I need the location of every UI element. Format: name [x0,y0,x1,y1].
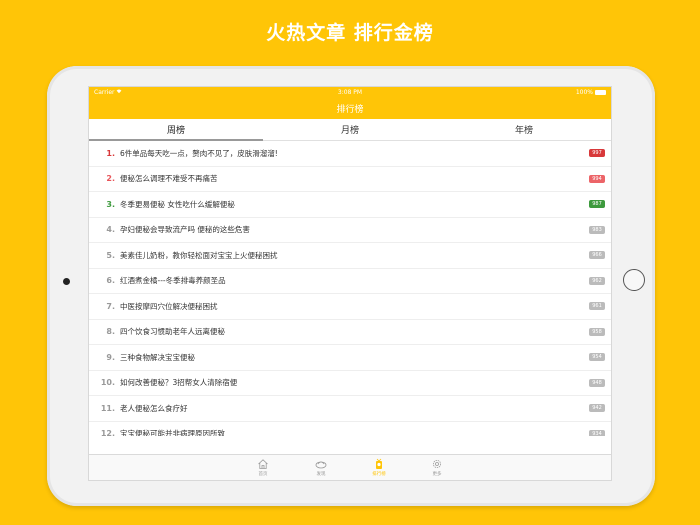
list-item[interactable]: 4. 孕妇便秘会导致流产吗 便秘的这些危害 983 [89,218,611,243]
list-item[interactable]: 8. 四个饮食习惯助老年人远离便秘 958 [89,320,611,345]
list-item[interactable]: 3. 冬季更易便秘 女性吃什么缓解便秘 987 [89,192,611,218]
tablet-frame: Carrier 3:08 PM 100% 排行榜 周榜 月榜 年榜 1. 6件单品… [47,66,655,506]
status-bar: Carrier 3:08 PM 100% [89,87,611,98]
rank-number: 12. [100,429,115,436]
tab-indicator [89,139,263,141]
camera-dot [63,278,70,285]
tab-monthly[interactable]: 月榜 [263,119,437,140]
list-item[interactable]: 11. 老人便秘怎么食疗好 942 [89,396,611,422]
read-count-badge: 962 [589,276,605,285]
article-title: 便秘怎么调理不难受不再痛苦 [120,174,218,184]
rank-number: 1. [106,148,115,158]
list-item[interactable]: 10. 如何改善便秘？3招帮女人清除宿便 948 [89,371,611,396]
read-count-badge: 942 [589,404,605,413]
rank-number: 5. [106,250,115,260]
read-count-badge: 997 [589,149,605,158]
app-screen: Carrier 3:08 PM 100% 排行榜 周榜 月榜 年榜 1. 6件单品… [88,86,612,481]
page-title: 排行榜 [336,105,364,115]
tab-yearly[interactable]: 年榜 [437,119,611,140]
rank-number: 11. [100,403,115,413]
rank-number: 6. [106,276,115,286]
list-item[interactable]: 2. 便秘怎么调理不难受不再痛苦 994 [89,167,611,192]
read-count-badge: 983 [589,225,605,234]
list-item[interactable]: 1. 6件单品每天吃一点，赘肉不见了，皮肤滑溜溜! 997 [89,141,611,167]
read-count-badge: 954 [589,353,605,362]
read-count-badge: 987 [589,200,605,209]
list-item[interactable]: 6. 红酒煮金橘---冬季排毒养颜圣品 962 [89,269,611,294]
rank-number: 9. [106,352,115,362]
rank-number: 10. [100,378,115,388]
ranking-list: 1. 6件单品每天吃一点，赘肉不见了，皮肤滑溜溜! 997 2. 便秘怎么调理不难受不再… [89,141,611,436]
tabbar-item-discover[interactable]: 发现 [307,458,335,480]
list-item[interactable]: 7. 中医按摩四穴位解决便秘困扰 961 [89,294,611,320]
tabbar-item-home[interactable]: 首页 [249,458,277,480]
discover-icon [315,461,327,469]
rank-number: 7. [106,301,115,311]
rank-number: 4. [106,225,115,235]
article-title: 冬季更易便秘 女性吃什么缓解便秘 [120,199,235,209]
rank-number: 2. [106,174,115,184]
nav-bar: 排行榜 [89,98,611,119]
home-button[interactable] [623,269,645,291]
read-count-badge: 994 [589,174,605,183]
article-title: 孕妇便秘会导致流产吗 便秘的这些危害 [120,225,250,235]
read-count-badge: 966 [589,251,605,260]
article-title: 6件单品每天吃一点，赘肉不见了，皮肤滑溜溜! [120,148,278,158]
tabbar-label: 排行榜 [372,472,386,477]
tabbar-item-ranking[interactable]: 排行榜 [365,458,393,480]
tab-weekly[interactable]: 周榜 [89,119,263,140]
rank-number: 8. [106,327,115,337]
status-time: 3:08 PM [337,89,363,96]
read-count-badge: 958 [589,327,605,336]
article-title: 美素佳儿奶粉，教你轻松面对宝宝上火便秘困扰 [120,250,278,260]
home-icon [258,459,268,469]
rank-number: 3. [106,199,115,209]
ranking-icon [376,458,382,469]
read-count-badge: 934 [589,429,605,436]
list-item[interactable]: 9. 三种食物解决宝宝便秘 954 [89,345,611,371]
gear-icon [433,460,441,468]
article-title: 三种食物解决宝宝便秘 [120,352,195,362]
promo-title: 火热文章 排行金榜 [266,22,434,44]
list-item[interactable]: 5. 美素佳儿奶粉，教你轻松面对宝宝上火便秘困扰 966 [89,243,611,269]
article-title: 四个饮食习惯助老年人远离便秘 [120,327,225,337]
tabbar-label: 更多 [432,472,442,477]
article-title: 老人便秘怎么食疗好 [120,403,188,413]
article-title: 如何改善便秘？3招帮女人清除宿便 [120,378,238,388]
tabbar-item-more[interactable]: 更多 [423,458,451,480]
article-title: 红酒煮金橘---冬季排毒养颜圣品 [120,276,226,286]
tabbar-label: 首页 [258,472,268,477]
list-item[interactable]: 12. 宝宝便秘可能并非病理原因所致 934 [89,422,611,436]
tabbar-label: 发现 [316,472,326,477]
article-title: 宝宝便秘可能并非病理原因所致 [120,429,225,436]
read-count-badge: 948 [589,378,605,387]
tab-bar: 首页 发现 排行榜 更多 [89,454,611,480]
article-title: 中医按摩四穴位解决便秘困扰 [120,301,218,311]
read-count-badge: 961 [589,302,605,311]
period-tabs: 周榜 月榜 年榜 [89,119,611,141]
